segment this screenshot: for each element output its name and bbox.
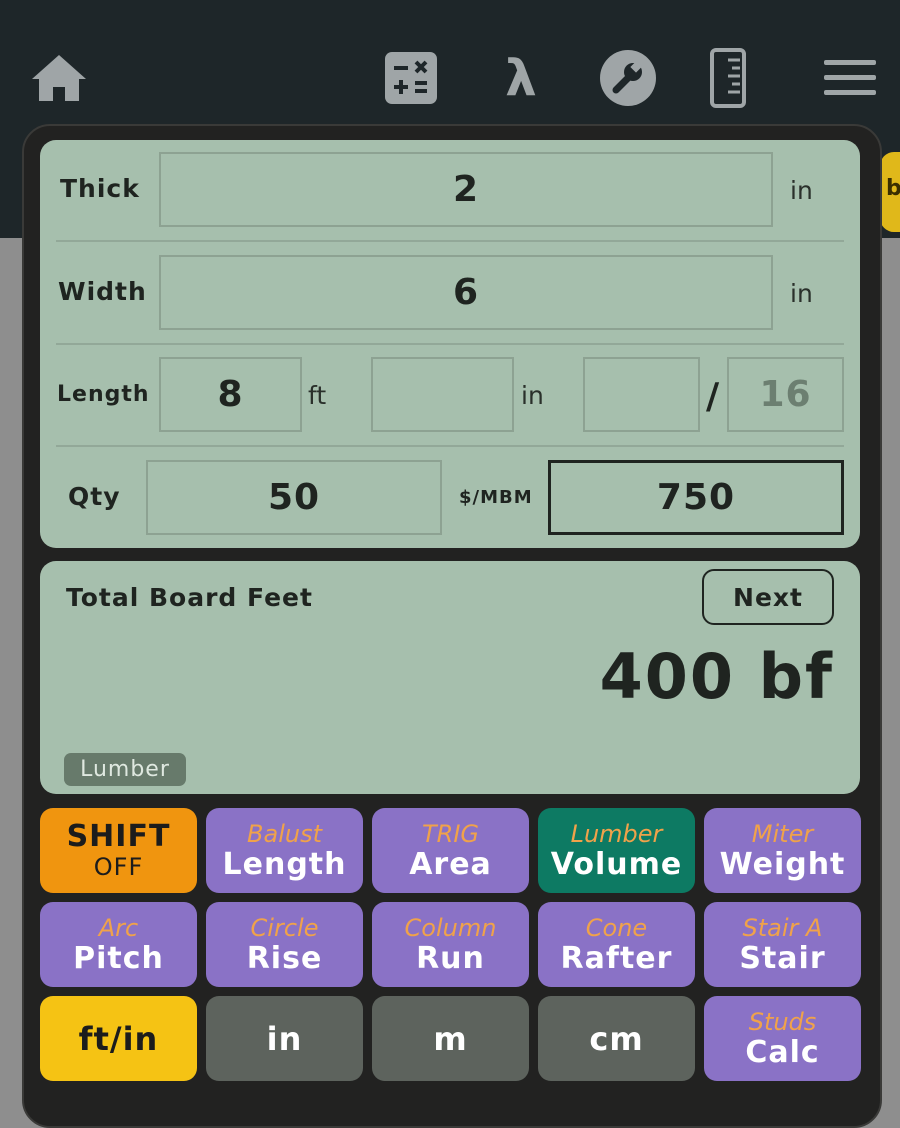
key-label: ft/in: [78, 1019, 159, 1058]
key-label: in: [266, 1019, 303, 1058]
length-denominator-input[interactable]: 16: [727, 357, 844, 432]
next-button[interactable]: Next: [702, 569, 834, 625]
shift-key-state: OFF: [93, 852, 144, 881]
rafter-key[interactable]: Cone Rafter: [538, 902, 695, 987]
length-key[interactable]: Balust Length: [206, 808, 363, 893]
qty-input[interactable]: 50: [146, 460, 442, 535]
key-label: cm: [589, 1019, 644, 1058]
key-label: Weight: [719, 846, 846, 882]
key-label: Stair: [739, 940, 826, 976]
rise-key[interactable]: Circle Rise: [206, 902, 363, 987]
key-shift-label: Cone: [585, 913, 648, 942]
thick-unit: in: [790, 176, 813, 205]
meter-key[interactable]: m: [372, 996, 529, 1081]
key-label: Pitch: [73, 940, 164, 976]
mode-badge: Lumber: [64, 753, 186, 786]
width-input[interactable]: 6: [159, 255, 773, 330]
key-shift-label: Miter: [751, 819, 814, 848]
row-divider: [56, 240, 844, 242]
row-divider: [56, 445, 844, 447]
key-shift-label: Lumber: [570, 819, 663, 848]
key-label: Volume: [550, 846, 683, 882]
wrench-icon[interactable]: [600, 50, 656, 106]
shift-key-label: SHIFT: [66, 818, 171, 854]
result-value: 400 bf: [599, 640, 834, 713]
key-shift-label: TRIG: [421, 819, 479, 848]
ruler-icon[interactable]: [710, 48, 746, 108]
pitch-key[interactable]: Arc Pitch: [40, 902, 197, 987]
key-shift-label: Arc: [98, 913, 139, 942]
key-shift-label: Studs: [748, 1007, 817, 1036]
length-feet-unit: ft: [308, 381, 327, 410]
side-tab-icon: b: [886, 176, 900, 201]
calculator-icon[interactable]: [385, 52, 437, 104]
centimeter-key[interactable]: cm: [538, 996, 695, 1081]
fraction-slash: /: [706, 376, 720, 417]
length-numerator-input[interactable]: [583, 357, 700, 432]
thick-input[interactable]: 2: [159, 152, 773, 227]
result-title: Total Board Feet: [66, 583, 313, 612]
ft-in-key[interactable]: ft/in: [40, 996, 197, 1081]
key-label: Area: [409, 846, 492, 882]
length-inches-input[interactable]: [371, 357, 514, 432]
width-unit: in: [790, 279, 813, 308]
menu-icon[interactable]: [824, 58, 876, 98]
area-key[interactable]: TRIG Area: [372, 808, 529, 893]
key-label: m: [433, 1019, 468, 1058]
lambda-icon[interactable]: λ: [497, 50, 545, 106]
key-shift-label: Balust: [247, 819, 322, 848]
home-icon[interactable]: [30, 52, 88, 104]
key-label: Calc: [745, 1034, 820, 1070]
volume-key[interactable]: Lumber Volume: [538, 808, 695, 893]
calc-key[interactable]: Studs Calc: [704, 996, 861, 1081]
weight-key[interactable]: Miter Weight: [704, 808, 861, 893]
length-label: Length: [57, 382, 150, 407]
key-label: Rise: [246, 940, 323, 976]
row-divider: [56, 343, 844, 345]
key-label: Rafter: [560, 940, 673, 976]
width-label: Width: [58, 277, 147, 306]
price-input[interactable]: 750: [548, 460, 844, 535]
qty-label: Qty: [68, 482, 121, 511]
length-inches-unit: in: [521, 381, 544, 410]
key-label: Run: [416, 940, 485, 976]
shift-key[interactable]: SHIFT OFF: [40, 808, 197, 893]
key-shift-label: Column: [404, 913, 497, 942]
side-tab-handle[interactable]: b: [880, 152, 900, 232]
key-label: Length: [222, 846, 347, 882]
price-label: $/MBM: [459, 487, 533, 508]
thick-label: Thick: [60, 174, 140, 203]
inch-key[interactable]: in: [206, 996, 363, 1081]
length-feet-input[interactable]: 8: [159, 357, 302, 432]
stair-key[interactable]: Stair A Stair: [704, 902, 861, 987]
key-shift-label: Stair A: [742, 913, 823, 942]
run-key[interactable]: Column Run: [372, 902, 529, 987]
key-shift-label: Circle: [250, 913, 319, 942]
